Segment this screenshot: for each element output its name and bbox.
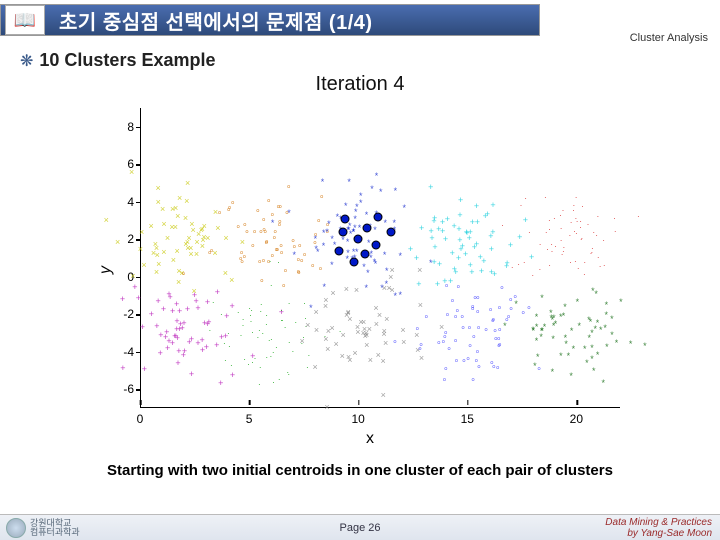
y-tick: 8 bbox=[100, 120, 140, 134]
university-logo-icon bbox=[6, 518, 26, 538]
chart-caption: Starting with two initial centroids in o… bbox=[0, 462, 720, 479]
centroid-marker bbox=[335, 247, 342, 254]
chart-container: Iteration 4 y x -6-4-20246805101520×××××… bbox=[80, 73, 640, 440]
title-bar: 📖 초기 중심점 선택에서의 문제점 (1/4) bbox=[0, 4, 540, 36]
y-tick: -6 bbox=[100, 382, 140, 396]
footer: 강원대학교 컴퓨터과학과 Page 26 Data Mining & Pract… bbox=[0, 514, 720, 540]
section-label: Cluster Analysis bbox=[630, 32, 708, 44]
y-tick: -4 bbox=[100, 345, 140, 359]
x-tick: 0 bbox=[137, 412, 144, 432]
page-number: Page 26 bbox=[340, 522, 381, 534]
x-axis-label: x bbox=[366, 430, 374, 448]
centroid-marker bbox=[374, 213, 381, 220]
y-tick: 4 bbox=[100, 195, 140, 209]
credit-text: Data Mining & Practices by Yang-Sae Moon bbox=[605, 517, 712, 539]
centroid-marker bbox=[363, 225, 370, 232]
bullet-icon: ❋ bbox=[20, 51, 33, 71]
x-tick: 15 bbox=[461, 412, 474, 432]
centroid-marker bbox=[342, 215, 349, 222]
centroid-marker bbox=[339, 228, 346, 235]
centroid-marker bbox=[361, 251, 368, 258]
reading-icon: 📖 bbox=[5, 5, 45, 35]
x-tick: 20 bbox=[570, 412, 583, 432]
centroid-marker bbox=[355, 236, 362, 243]
chart-title: Iteration 4 bbox=[80, 73, 640, 96]
x-tick: 5 bbox=[246, 412, 253, 432]
y-tick: -2 bbox=[100, 307, 140, 321]
slide-title: 초기 중심점 선택에서의 문제점 (1/4) bbox=[59, 6, 373, 35]
subheading-text: 10 Clusters Example bbox=[39, 50, 215, 71]
subheading: ❋ 10 Clusters Example bbox=[20, 50, 720, 71]
x-tick: 10 bbox=[351, 412, 364, 432]
centroid-marker bbox=[387, 228, 394, 235]
centroid-marker bbox=[350, 258, 357, 265]
centroid-marker bbox=[372, 241, 379, 248]
university-name: 강원대학교 컴퓨터과학과 bbox=[30, 519, 80, 537]
